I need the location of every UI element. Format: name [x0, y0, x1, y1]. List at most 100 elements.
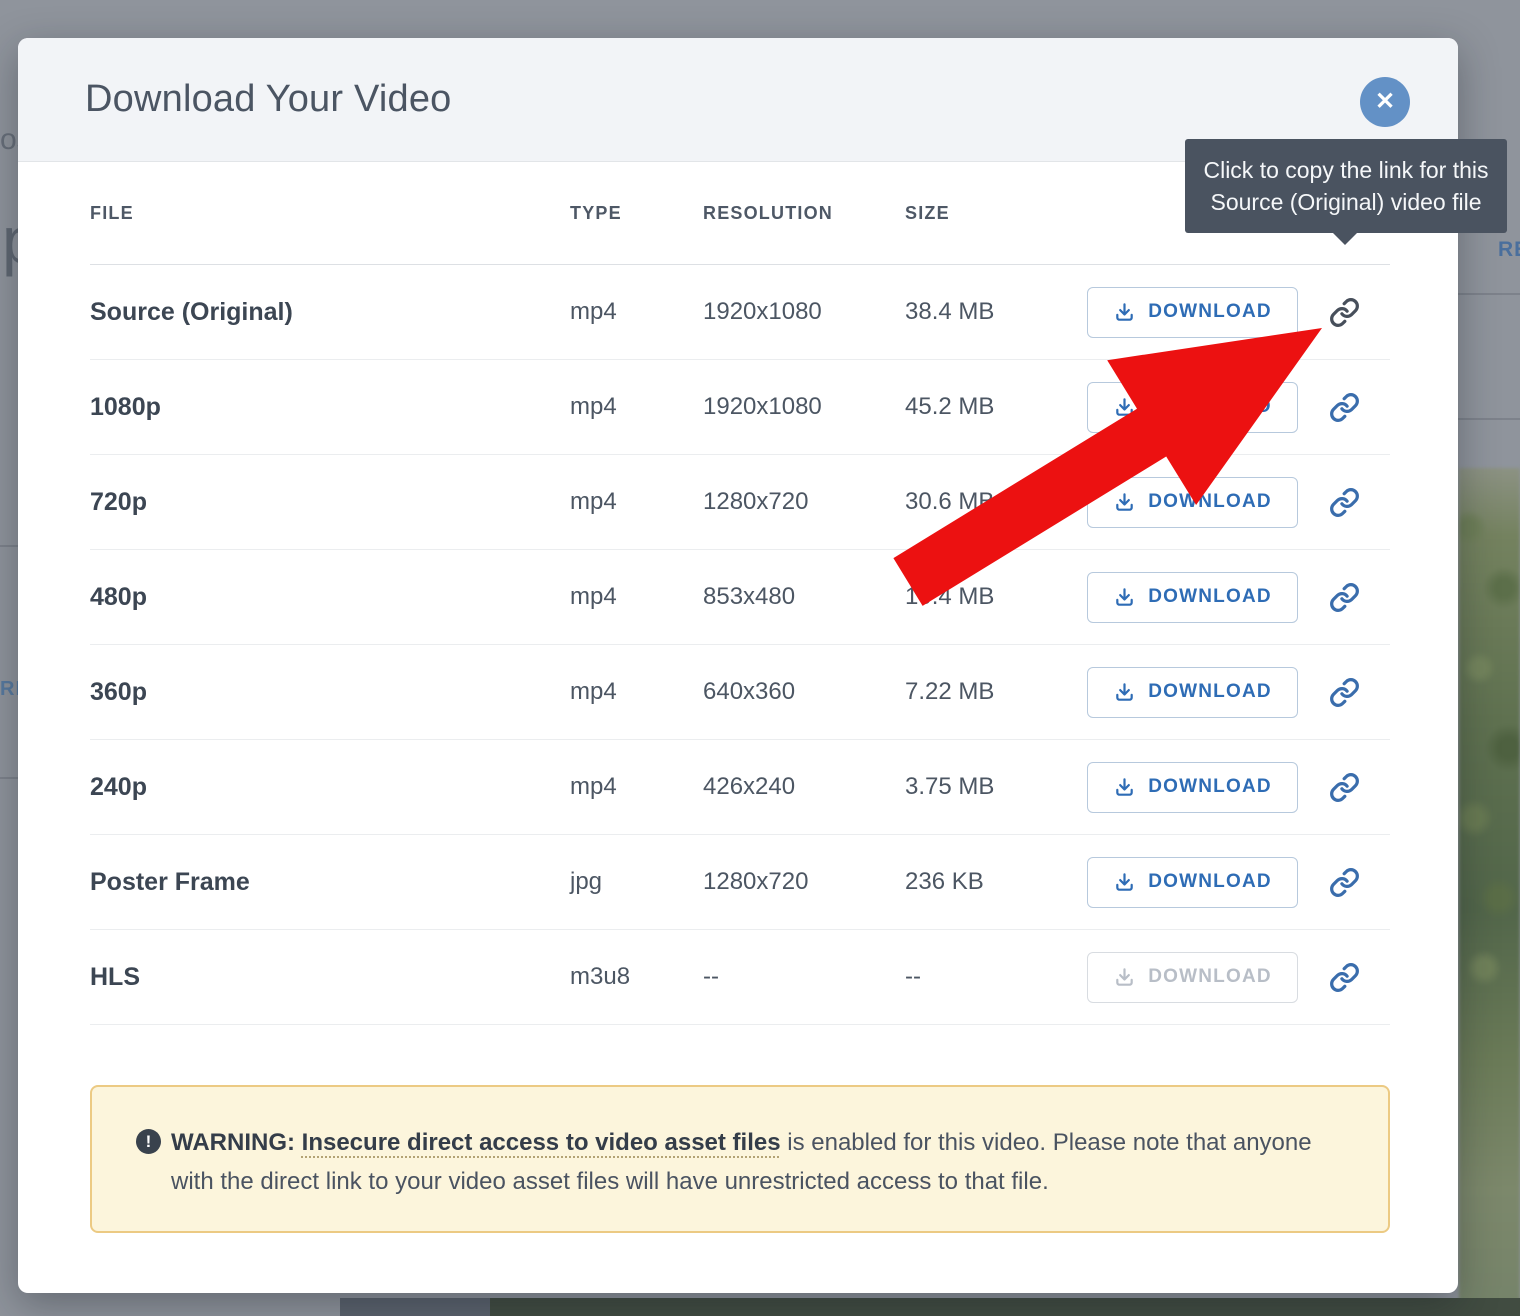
download-table: FILE TYPE RESOLUTION SIZE Source (Origin…	[90, 203, 1390, 1025]
copy-link-button[interactable]	[1325, 768, 1364, 807]
link-icon	[1329, 582, 1360, 613]
file-type: mp4	[570, 298, 703, 326]
background-divider	[0, 777, 18, 779]
download-icon	[1113, 681, 1136, 704]
background-player-bar	[340, 1298, 1520, 1316]
file-size: --	[905, 963, 1087, 991]
file-name: 360p	[90, 678, 570, 707]
file-size: 45.2 MB	[905, 393, 1087, 421]
modal-title: Download Your Video	[85, 77, 452, 121]
file-resolution: 853x480	[703, 583, 905, 611]
warning-icon: !	[136, 1129, 161, 1154]
download-button[interactable]: DOWNLOAD	[1087, 952, 1298, 1003]
file-size: 38.4 MB	[905, 298, 1087, 326]
warning-banner: ! WARNING: Insecure direct access to vid…	[90, 1085, 1390, 1233]
background-link-fragment: RE	[1498, 238, 1520, 262]
download-button[interactable]: DOWNLOAD	[1087, 762, 1298, 813]
file-type: mp4	[570, 583, 703, 611]
column-header-file: FILE	[90, 203, 570, 224]
warning-label: WARNING:	[171, 1129, 295, 1156]
download-icon	[1113, 491, 1136, 514]
file-resolution: 1280x720	[703, 488, 905, 516]
link-icon	[1329, 297, 1360, 328]
table-row: 480p mp4 853x480 10.4 MB DOWNLOAD	[90, 550, 1390, 645]
download-button[interactable]: DOWNLOAD	[1087, 572, 1298, 623]
copy-link-button[interactable]	[1325, 578, 1364, 617]
download-button[interactable]: DOWNLOAD	[1087, 667, 1298, 718]
table-row: 240p mp4 426x240 3.75 MB DOWNLOAD	[90, 740, 1390, 835]
file-name: HLS	[90, 963, 570, 992]
download-button[interactable]: DOWNLOAD	[1087, 857, 1298, 908]
file-name: 480p	[90, 583, 570, 612]
copy-link-button[interactable]	[1325, 863, 1364, 902]
link-icon	[1329, 867, 1360, 898]
file-name: 240p	[90, 773, 570, 802]
file-type: mp4	[570, 393, 703, 421]
column-header-type: TYPE	[570, 203, 703, 224]
warning-emphasis: Insecure direct access to video asset fi…	[302, 1129, 781, 1156]
download-button-label: DOWNLOAD	[1148, 586, 1272, 608]
download-button-label: DOWNLOAD	[1148, 491, 1272, 513]
download-button-label: DOWNLOAD	[1148, 301, 1272, 323]
copy-link-button[interactable]	[1325, 388, 1364, 427]
file-type: mp4	[570, 488, 703, 516]
download-button-label: DOWNLOAD	[1148, 871, 1272, 893]
download-icon	[1113, 301, 1136, 324]
download-button-label: DOWNLOAD	[1148, 681, 1272, 703]
copy-link-button[interactable]	[1325, 483, 1364, 522]
download-icon	[1113, 396, 1136, 419]
file-size: 7.22 MB	[905, 678, 1087, 706]
download-button-label: DOWNLOAD	[1148, 776, 1272, 798]
file-size: 236 KB	[905, 868, 1087, 896]
file-resolution: 1920x1080	[703, 298, 905, 326]
close-button[interactable]: ✕	[1360, 77, 1410, 127]
file-size: 10.4 MB	[905, 583, 1087, 611]
file-resolution: 1920x1080	[703, 393, 905, 421]
background-divider	[1458, 418, 1520, 420]
file-size: 30.6 MB	[905, 488, 1087, 516]
download-button[interactable]: DOWNLOAD	[1087, 477, 1298, 528]
download-icon	[1113, 586, 1136, 609]
file-name: 720p	[90, 488, 570, 517]
file-type: mp4	[570, 678, 703, 706]
column-header-size: SIZE	[905, 203, 1087, 224]
download-icon	[1113, 776, 1136, 799]
link-icon	[1329, 392, 1360, 423]
copy-link-button[interactable]	[1325, 673, 1364, 712]
download-icon	[1113, 871, 1136, 894]
file-resolution: 640x360	[703, 678, 905, 706]
file-type: jpg	[570, 868, 703, 896]
file-type: m3u8	[570, 963, 703, 991]
copy-link-button[interactable]	[1325, 293, 1364, 332]
table-row: Source (Original) mp4 1920x1080 38.4 MB …	[90, 265, 1390, 360]
download-button[interactable]: DOWNLOAD	[1087, 287, 1298, 338]
column-header-resolution: RESOLUTION	[703, 203, 905, 224]
download-button-label: DOWNLOAD	[1148, 396, 1272, 418]
background-divider	[1458, 293, 1520, 295]
download-icon	[1113, 966, 1136, 989]
file-resolution: 1280x720	[703, 868, 905, 896]
table-body: Source (Original) mp4 1920x1080 38.4 MB …	[90, 265, 1390, 1025]
table-row: 720p mp4 1280x720 30.6 MB DOWNLOAD	[90, 455, 1390, 550]
table-row: HLS m3u8 -- -- DOWNLOAD	[90, 930, 1390, 1025]
file-name: Poster Frame	[90, 868, 570, 897]
link-icon	[1329, 677, 1360, 708]
download-button-label: DOWNLOAD	[1148, 966, 1272, 988]
file-name: Source (Original)	[90, 298, 570, 327]
table-row: 360p mp4 640x360 7.22 MB DOWNLOAD	[90, 645, 1390, 740]
table-row: 1080p mp4 1920x1080 45.2 MB DOWNLOAD	[90, 360, 1390, 455]
copy-link-button[interactable]	[1325, 958, 1364, 997]
download-button[interactable]: DOWNLOAD	[1087, 382, 1298, 433]
warning-text: WARNING: Insecure direct access to video…	[171, 1123, 1326, 1201]
file-resolution: --	[703, 963, 905, 991]
file-resolution: 426x240	[703, 773, 905, 801]
background-video-thumbnail	[1459, 468, 1520, 1316]
link-icon	[1329, 487, 1360, 518]
table-row: Poster Frame jpg 1280x720 236 KB DOWNLOA…	[90, 835, 1390, 930]
link-icon	[1329, 962, 1360, 993]
file-type: mp4	[570, 773, 703, 801]
copy-link-tooltip: Click to copy the link for this Source (…	[1185, 139, 1507, 233]
file-name: 1080p	[90, 393, 570, 422]
background-divider	[0, 545, 18, 547]
file-size: 3.75 MB	[905, 773, 1087, 801]
